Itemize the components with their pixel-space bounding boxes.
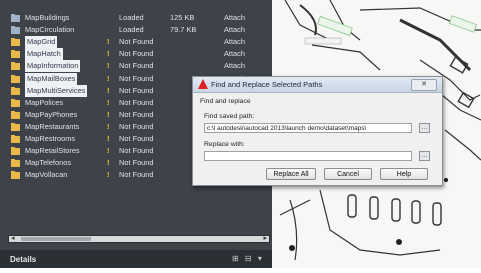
browse-find-button[interactable]: … [419,123,430,133]
folder-icon [11,86,20,95]
xref-status: Not Found [119,85,154,95]
dialog-titlebar[interactable]: Find and Replace Selected Paths ✕ [193,77,442,93]
xref-type: Attach [224,61,245,71]
folder-icon [11,135,20,143]
folder-icon [11,159,20,168]
xref-name: MapGrid [25,36,58,49]
xref-name: MapRestaurants [25,121,80,131]
xref-status: Not Found [119,49,154,59]
details-label: Details [10,255,37,264]
xref-row[interactable]: MapCirculation Loaded 79.7 KB Attach [0,24,272,36]
missing-warning-icon: ! [107,97,110,107]
missing-warning-icon: ! [107,61,110,71]
folder-icon [11,110,20,119]
xref-name: MapHatch [25,48,63,61]
missing-warning-icon: ! [107,134,110,143]
xref-status: Not Found [119,73,154,83]
xref-row[interactable]: MapBuildings Loaded 125 KB Attach [0,12,272,24]
missing-warning-icon: ! [107,146,110,156]
drawing-file-icon [11,26,20,35]
xref-status: Not Found [119,37,154,47]
xref-status: Loaded [119,25,144,35]
xref-name: MapPolices [25,97,64,107]
xref-status: Not Found [119,61,154,71]
xref-row[interactable]: MapHatch! Not Found Attach [0,48,272,61]
xref-status: Not Found [119,170,154,180]
scroll-thumb[interactable] [21,237,91,241]
drawing-file-icon [11,14,20,22]
xref-row[interactable]: MapInformation! Not Found Attach [0,60,272,73]
cancel-button[interactable]: Cancel [324,168,372,180]
xref-status: Not Found [119,158,154,168]
missing-warning-icon: ! [107,170,110,180]
xref-status: Not Found [119,109,154,119]
help-button[interactable]: Help [380,168,428,180]
xref-size: 79.7 KB [170,25,197,35]
xref-type: Attach [224,13,245,22]
xref-name: MapPayPhones [25,109,78,119]
find-replace-group-label: Find and replace [200,98,251,105]
xref-name: MapInformation [25,60,81,73]
xref-name: MapMultiServices [25,84,88,97]
missing-warning-icon: ! [107,109,110,119]
missing-warning-icon: ! [107,85,110,95]
folder-icon [11,171,20,180]
horizontal-scrollbar[interactable]: ◂ ▸ [8,235,270,243]
xref-name: MapRestrooms [25,134,76,143]
xref-status: Not Found [119,146,154,156]
xref-status: Not Found [119,121,154,131]
find-saved-path-field[interactable]: c:\l autodesk\autocad 2013\launch demo\d… [204,123,412,133]
browse-replace-button[interactable]: … [419,151,430,161]
autocad-logo-icon [198,79,208,89]
xref-row[interactable]: MapGrid! Not Found Attach [0,36,272,49]
folder-icon [11,38,20,47]
xref-name: MapVollacan [25,170,68,180]
xref-name: MapRetailStores [25,146,80,156]
xref-name: MapCirculation [25,25,75,35]
xref-name: MapMailBoxes [25,72,78,85]
folder-icon [11,98,20,107]
xref-status: Not Found [119,134,154,143]
xref-type: Attach [224,37,245,47]
find-saved-path-label: Find saved path: [204,113,255,120]
details-view-toggle-icon[interactable]: ⊞ ⊟ ▾ [232,254,264,263]
folder-icon [11,62,20,71]
missing-warning-icon: ! [107,37,110,47]
folder-icon [11,147,20,156]
missing-warning-icon: ! [107,49,110,59]
replace-with-label: Replace with: [204,141,245,148]
folder-icon [11,122,20,131]
details-bar[interactable]: Details ⊞ ⊟ ▾ [0,250,272,268]
xref-name: MapTelefonos [25,158,72,168]
xref-status: Loaded [119,13,144,22]
dialog-title: Find and Replace Selected Paths [211,80,323,89]
xref-name: MapBuildings [25,13,70,22]
replace-with-field[interactable] [204,151,412,161]
xref-size: 125 KB [170,13,195,22]
xref-type: Attach [224,25,245,35]
scroll-right-icon[interactable]: ▸ [263,234,267,242]
missing-warning-icon: ! [107,73,110,83]
scroll-left-icon[interactable]: ◂ [11,234,15,242]
find-replace-dialog: Find and Replace Selected Paths ✕ Find a… [192,76,443,186]
missing-warning-icon: ! [107,158,110,168]
xref-type: Attach [224,49,245,59]
missing-warning-icon: ! [107,121,110,131]
replace-all-button[interactable]: Replace All [266,168,316,180]
folder-icon [11,74,20,83]
folder-icon [11,50,20,59]
close-button[interactable]: ✕ [411,79,437,91]
xref-status: Not Found [119,97,154,107]
